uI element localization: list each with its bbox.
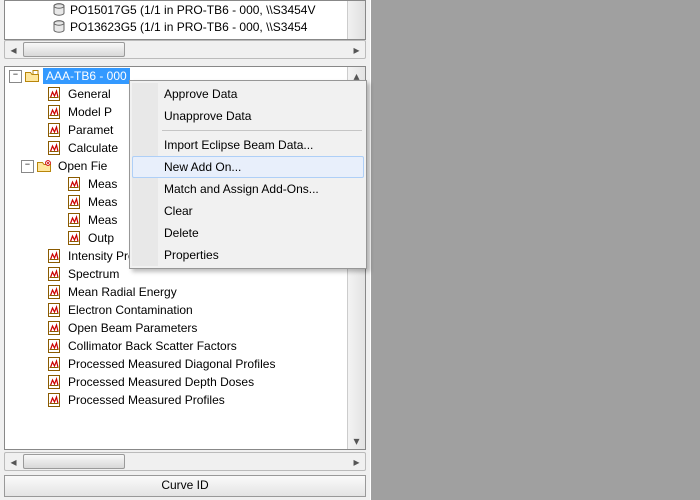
- doc-icon: [66, 230, 82, 246]
- tree-item-label: Outp: [85, 230, 117, 246]
- scroll-left-icon[interactable]: ◂: [5, 453, 22, 470]
- tree-item-label: Meas: [85, 176, 120, 192]
- menu-separator: [162, 130, 362, 131]
- doc-icon: [66, 194, 82, 210]
- doc-icon: [46, 140, 62, 156]
- horizontal-scrollbar[interactable]: ◂ ▸: [4, 452, 366, 471]
- tree-item[interactable]: Electron Contamination: [5, 301, 348, 319]
- tree-item-label: AAA-TB6 - 000: [43, 68, 130, 84]
- db-icon: [51, 2, 67, 18]
- db-icon: [51, 19, 67, 35]
- horizontal-scrollbar[interactable]: ◂ ▸: [4, 40, 366, 59]
- content-area: [370, 0, 700, 500]
- menu-item[interactable]: Match and Assign Add-Ons...: [132, 178, 364, 200]
- doc-icon: [46, 122, 62, 138]
- scroll-right-icon[interactable]: ▸: [348, 453, 365, 470]
- scroll-left-icon[interactable]: ◂: [5, 41, 22, 58]
- menu-item[interactable]: Clear: [132, 200, 364, 222]
- tree-item[interactable]: Processed Measured Diagonal Profiles: [5, 355, 348, 373]
- menu-item[interactable]: New Add On...: [132, 156, 364, 178]
- tree-item-label: Meas: [85, 194, 120, 210]
- doc-icon: [46, 284, 62, 300]
- doc-icon: [46, 338, 62, 354]
- list-item[interactable]: PO13623G5 (1/1 in PRO-TB6 - 000, \\S3454: [5, 18, 365, 35]
- scroll-down-icon[interactable]: ▾: [348, 432, 365, 449]
- tree-item-label: Spectrum: [65, 266, 122, 282]
- tree-item-label: Calculate: [65, 140, 121, 156]
- doc-icon: [46, 356, 62, 372]
- tree-item-label: Model P: [65, 104, 115, 120]
- tree-item[interactable]: Processed Measured Depth Doses: [5, 373, 348, 391]
- tree-item-label: Open Beam Parameters: [65, 320, 200, 336]
- tree-item-label: Processed Measured Depth Doses: [65, 374, 257, 390]
- top-list-pane: PO15017G5 (1/1 in PRO-TB6 - 000, \\S3454…: [4, 0, 366, 40]
- tree-item-label: Processed Measured Diagonal Profiles: [65, 356, 278, 372]
- list-item-label: PO15017G5 (1/1 in PRO-TB6 - 000, \\S3454…: [70, 3, 315, 17]
- tree-item[interactable]: Open Beam Parameters: [5, 319, 348, 337]
- folder-icon: [36, 158, 52, 174]
- expander-icon[interactable]: −: [21, 160, 34, 173]
- doc-icon: [46, 248, 62, 264]
- doc-icon: [46, 374, 62, 390]
- doc-icon: [46, 302, 62, 318]
- expander-icon[interactable]: −: [9, 70, 22, 83]
- curve-id-header[interactable]: Curve ID: [4, 475, 366, 497]
- tree-item[interactable]: Collimator Back Scatter Factors: [5, 337, 348, 355]
- doc-icon: [46, 86, 62, 102]
- list-item[interactable]: PO15017G5 (1/1 in PRO-TB6 - 000, \\S3454…: [5, 1, 365, 18]
- vertical-scrollbar[interactable]: [347, 1, 365, 39]
- tree-item-label: Meas: [85, 212, 120, 228]
- tree-item[interactable]: Processed Measured Profiles: [5, 391, 348, 409]
- tree-item[interactable]: Mean Radial Energy: [5, 283, 348, 301]
- tree-item-label: Mean Radial Energy: [65, 284, 180, 300]
- doc-icon: [66, 176, 82, 192]
- tree-item-label: General: [65, 86, 114, 102]
- doc-icon: [46, 266, 62, 282]
- tree-item-label: Paramet: [65, 122, 116, 138]
- scrollbar-thumb[interactable]: [23, 42, 125, 57]
- menu-item[interactable]: Properties: [132, 244, 364, 266]
- context-menu: Approve DataUnapprove Data Import Eclipse…: [129, 80, 367, 269]
- doc-icon: [66, 212, 82, 228]
- scrollbar-thumb[interactable]: [23, 454, 125, 469]
- doc-icon: [46, 392, 62, 408]
- menu-item[interactable]: Delete: [132, 222, 364, 244]
- rootfolder-icon: [24, 68, 40, 84]
- scroll-right-icon[interactable]: ▸: [348, 41, 365, 58]
- doc-icon: [46, 320, 62, 336]
- doc-icon: [46, 104, 62, 120]
- list-item-label: PO13623G5 (1/1 in PRO-TB6 - 000, \\S3454: [70, 20, 307, 34]
- curve-id-label: Curve ID: [161, 478, 208, 492]
- menu-item[interactable]: Import Eclipse Beam Data...: [132, 134, 364, 156]
- menu-item[interactable]: Unapprove Data: [132, 105, 364, 127]
- tree-item-label: Electron Contamination: [65, 302, 196, 318]
- menu-item[interactable]: Approve Data: [132, 83, 364, 105]
- tree-item-label: Processed Measured Profiles: [65, 392, 228, 408]
- tree-item-label: Collimator Back Scatter Factors: [65, 338, 240, 354]
- tree-item-label: Open Fie: [55, 158, 110, 174]
